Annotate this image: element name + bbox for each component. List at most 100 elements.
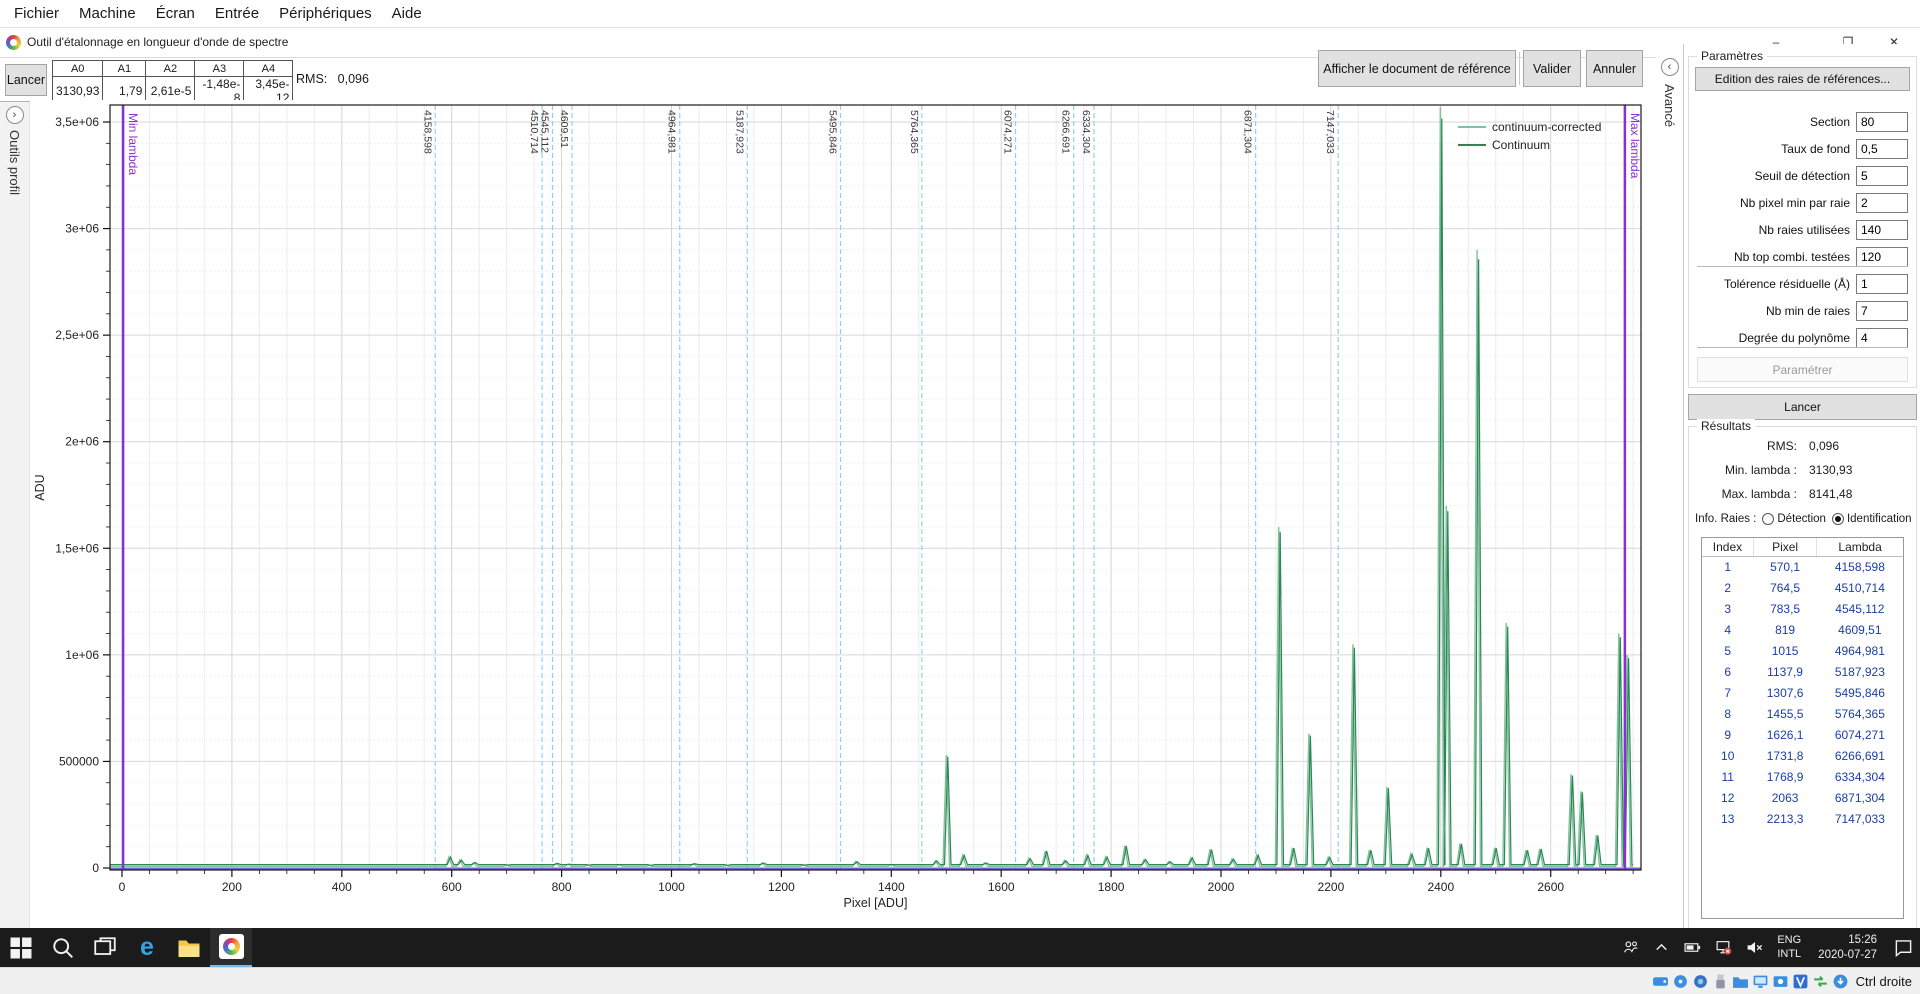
- table-row[interactable]: 132213,37147,033: [1702, 808, 1903, 829]
- features-icon[interactable]: [1832, 973, 1849, 990]
- param-input-nb-pixel-min-par-raie[interactable]: [1856, 193, 1908, 213]
- lines-table[interactable]: IndexPixelLambda 1570,14158,5982764,5451…: [1701, 537, 1904, 919]
- tray-people[interactable]: [1615, 928, 1646, 967]
- taskbar-search-icon[interactable]: [42, 928, 84, 967]
- menu-item-entr-e[interactable]: Entrée: [205, 0, 269, 27]
- tray-network-error[interactable]: [1708, 928, 1739, 967]
- parameters-groupbox: Paramètres Edition des raies de référenc…: [1688, 56, 1917, 388]
- tray-volume-muted[interactable]: [1739, 928, 1770, 967]
- param-input-degr-e-du-polyn-me[interactable]: [1856, 328, 1908, 348]
- identified-line-label: 6074,271: [1002, 110, 1014, 154]
- row-index: 9: [1702, 724, 1753, 745]
- expand-profile-tools-button[interactable]: ›: [6, 106, 24, 124]
- menu-item-p-riph-riques[interactable]: Périphériques: [269, 0, 382, 27]
- audio-icon[interactable]: [1692, 973, 1709, 990]
- table-row[interactable]: 111768,96334,304: [1702, 766, 1903, 787]
- row-lambda: 4545,112: [1817, 598, 1903, 619]
- table-row[interactable]: 1570,14158,598: [1702, 556, 1903, 577]
- table-row[interactable]: 1220636871,304: [1702, 787, 1903, 808]
- table-row[interactable]: 3783,54545,112: [1702, 598, 1903, 619]
- menu-item-aide[interactable]: Aide: [382, 0, 432, 27]
- tray-icons: [1615, 928, 1770, 967]
- validate-button[interactable]: Valider: [1523, 50, 1581, 87]
- identified-line-label: 4964,981: [666, 110, 678, 154]
- taskbar-spectro-app[interactable]: [210, 928, 252, 967]
- virtualbox-icon[interactable]: [1792, 973, 1809, 990]
- detection-radio[interactable]: [1762, 513, 1774, 525]
- usb-icon[interactable]: [1712, 973, 1729, 990]
- parametrer-button[interactable]: Paramétrer: [1697, 357, 1908, 382]
- param-row-nb-min-de-raies: Nb min de raies: [1693, 300, 1908, 321]
- svg-text:3,5e+06: 3,5e+06: [55, 115, 99, 129]
- display-icon[interactable]: [1752, 973, 1769, 990]
- optical-disk-icon[interactable]: [1672, 973, 1689, 990]
- menu-item-cran[interactable]: Écran: [146, 0, 205, 27]
- menu-item-fichier[interactable]: Fichier: [4, 0, 69, 27]
- max-lambda-label: Max. lambda :: [1689, 487, 1797, 503]
- param-label-section: Section: [1693, 115, 1850, 129]
- taskbar-file-explorer-icon[interactable]: [168, 928, 210, 967]
- cancel-button[interactable]: Annuler: [1586, 50, 1643, 87]
- svg-text:2,5e+06: 2,5e+06: [55, 328, 99, 342]
- edit-reference-lines-button[interactable]: Edition des raies de références...: [1695, 67, 1910, 91]
- svg-text:2600: 2600: [1537, 880, 1564, 894]
- param-separator: [1697, 347, 1908, 348]
- table-row[interactable]: 101731,86266,691: [1702, 745, 1903, 766]
- col-header-lambda[interactable]: Lambda: [1817, 538, 1903, 556]
- coeff-name-a1: A1: [103, 61, 146, 77]
- taskbar-start-icon[interactable]: [0, 928, 42, 967]
- row-lambda: 5187,923: [1817, 661, 1903, 682]
- param-input-taux-de-fond[interactable]: [1856, 139, 1908, 159]
- hard-disk-icon[interactable]: [1652, 973, 1669, 990]
- collapse-advanced-button[interactable]: ‹: [1661, 58, 1679, 76]
- param-input-tol-rence-r-siduelle[interactable]: [1856, 274, 1908, 294]
- start-icon: [9, 936, 33, 960]
- action-center-button[interactable]: [1887, 928, 1920, 967]
- svg-text:0: 0: [119, 880, 126, 894]
- parameters-groupbox-title: Paramètres: [1697, 49, 1767, 63]
- col-header-index[interactable]: Index: [1702, 538, 1753, 556]
- lancer-toolbar-button[interactable]: Lancer: [5, 64, 47, 96]
- lancer-panel-button[interactable]: Lancer: [1688, 394, 1917, 420]
- clock-time: 15:26: [1818, 933, 1877, 948]
- param-input-nb-top-combi-test-es[interactable]: [1856, 247, 1908, 267]
- spectrum-plot-canvas[interactable]: 0200400600800100012001400160018002000220…: [30, 100, 1656, 928]
- param-input-seuil-de-d-tection[interactable]: [1856, 166, 1908, 186]
- taskbar-task-view-icon[interactable]: [84, 928, 126, 967]
- identification-radio-label[interactable]: Identification: [1847, 513, 1912, 525]
- language-indicator[interactable]: ENG INTL: [1770, 928, 1808, 967]
- taskbar-edge-icon[interactable]: e: [126, 928, 168, 967]
- identification-radio[interactable]: [1832, 513, 1844, 525]
- spectrum-chart: 0200400600800100012001400160018002000220…: [30, 100, 1656, 928]
- recording-icon[interactable]: [1772, 973, 1789, 990]
- param-row-tol-rence-r-siduelle: Tolérence résiduelle (Å): [1693, 273, 1908, 294]
- windows-taskbar: e ENG INTL 15:26 2020-07-27: [0, 928, 1920, 967]
- shared-folders-icon[interactable]: [1732, 973, 1749, 990]
- table-row[interactable]: 510154964,981: [1702, 640, 1903, 661]
- clock-date: 2020-07-27: [1818, 948, 1877, 963]
- row-index: 8: [1702, 703, 1753, 724]
- col-header-pixel[interactable]: Pixel: [1753, 538, 1816, 556]
- tray-battery[interactable]: [1677, 928, 1708, 967]
- results-groupbox-title: Résultats: [1697, 419, 1755, 433]
- show-reference-document-button[interactable]: Afficher le document de référence: [1318, 50, 1516, 87]
- battery-icon: [1684, 939, 1701, 956]
- table-row[interactable]: 81455,55764,365: [1702, 703, 1903, 724]
- clock[interactable]: 15:26 2020-07-27: [1808, 928, 1887, 967]
- tray-chevron-up[interactable]: [1646, 928, 1677, 967]
- table-row[interactable]: 61137,95187,923: [1702, 661, 1903, 682]
- table-row[interactable]: 2764,54510,714: [1702, 577, 1903, 598]
- max-lambda-value: 8141,48: [1809, 487, 1852, 503]
- svg-text:1800: 1800: [1098, 880, 1125, 894]
- table-row[interactable]: 91626,16074,271: [1702, 724, 1903, 745]
- param-input-nb-raies-utilis-es[interactable]: [1856, 220, 1908, 240]
- detection-radio-label[interactable]: Détection: [1777, 513, 1826, 525]
- results-groupbox: Résultats RMS: 0,096 Min. lambda : 3130,…: [1688, 426, 1917, 932]
- table-row[interactable]: 48194609,51: [1702, 619, 1903, 640]
- coeff-header-row: A0A1A2A3A4: [53, 61, 293, 77]
- table-row[interactable]: 71307,65495,846: [1702, 682, 1903, 703]
- menu-item-machine[interactable]: Machine: [69, 0, 146, 27]
- network-icon[interactable]: [1812, 973, 1829, 990]
- param-input-nb-min-de-raies[interactable]: [1856, 301, 1908, 321]
- param-input-section[interactable]: [1856, 112, 1908, 132]
